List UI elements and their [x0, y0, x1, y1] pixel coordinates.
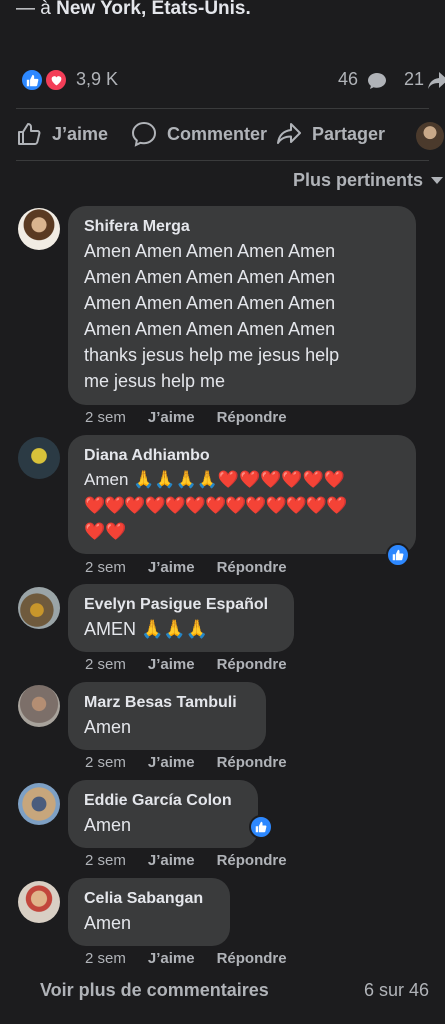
commenter-name[interactable]: Diana Adhiambo: [84, 445, 400, 467]
share-button[interactable]: Partager: [276, 118, 385, 150]
comment-reply-button[interactable]: Répondre: [217, 754, 287, 771]
view-more-comments-link[interactable]: Voir plus de commentaires: [40, 980, 269, 1001]
comment-bubble: Diana Adhiambo Amen 🙏🙏🙏🙏❤️❤️❤️❤️❤️❤️ ❤️❤…: [68, 435, 416, 554]
comment-reply-button[interactable]: Répondre: [217, 852, 287, 869]
comment-like-button[interactable]: J’aime: [148, 754, 195, 771]
profile-avatar[interactable]: [416, 122, 444, 150]
comment-time[interactable]: 2 sem: [85, 754, 126, 771]
comment-meta: 2 sem J’aime Répondre: [85, 950, 309, 967]
comment-reply-button[interactable]: Répondre: [217, 409, 287, 426]
divider: [16, 108, 429, 109]
comment-bubble: Evelyn Pasigue Español AMEN 🙏🙏🙏: [68, 584, 294, 652]
comment-line: ❤️❤️❤️❤️❤️❤️❤️❤️❤️❤️❤️❤️❤️: [84, 496, 347, 515]
like-button[interactable]: J’aime: [16, 118, 108, 150]
comment-meta: 2 sem J’aime Répondre: [85, 409, 309, 426]
commenter-name[interactable]: Celia Sabangan: [84, 888, 214, 910]
reaction-stats: 3,9 K 46 21: [0, 64, 445, 98]
comment-line: me jesus help me: [84, 371, 226, 391]
like-reaction-icon[interactable]: [20, 68, 44, 92]
comment-time[interactable]: 2 sem: [85, 559, 126, 576]
location-prefix: — à: [16, 0, 51, 19]
share-icon: [277, 123, 301, 144]
like-button-label: J’aime: [52, 123, 109, 144]
love-reaction-icon[interactable]: [44, 68, 68, 92]
commenter-name[interactable]: Marz Besas Tambuli: [84, 692, 250, 714]
comment-icon: [131, 121, 157, 147]
comment-time[interactable]: 2 sem: [85, 852, 126, 869]
comment-pager: 6 sur 46: [363, 980, 429, 1000]
comment-line: Amen: [84, 815, 132, 835]
thumbs-up-icon: [18, 123, 41, 145]
comment-bubble: Shifera Merga Amen Amen Amen Amen Amen A…: [68, 206, 416, 405]
comment-line: Amen 🙏🙏🙏🙏❤️❤️❤️❤️❤️❤️: [84, 470, 345, 489]
commenter-avatar[interactable]: [18, 437, 60, 479]
comment-bubble: Marz Besas Tambuli Amen: [68, 682, 266, 750]
comment-reply-button[interactable]: Répondre: [217, 656, 287, 673]
share-button-label: Partager: [312, 123, 386, 144]
sort-dropdown[interactable]: Plus pertinents: [293, 170, 443, 191]
comment-like-badge-icon[interactable]: [249, 815, 273, 839]
commenter-name[interactable]: Eddie García Colon: [84, 790, 242, 812]
comment-like-button[interactable]: J’aime: [148, 409, 195, 426]
comment-bubble: Celia Sabangan Amen: [68, 878, 230, 946]
comment-line: ❤️❤️: [84, 522, 127, 541]
commenter-name[interactable]: Evelyn Pasigue Español: [84, 594, 278, 616]
comment-meta: 2 sem J’aime Répondre: [85, 656, 309, 673]
post-location: — à New York, États-Unis.: [16, 0, 251, 20]
comment-line: thanks jesus help me jesus help: [84, 345, 340, 365]
share-count[interactable]: 21: [404, 69, 424, 90]
comment-reply-button[interactable]: Répondre: [217, 559, 287, 576]
comment-bubble: Eddie García Colon Amen: [68, 780, 258, 848]
comment-meta: 2 sem J’aime Répondre: [85, 754, 309, 771]
comment-meta: 2 sem J’aime Répondre: [85, 852, 309, 869]
reaction-count[interactable]: 3,9 K: [76, 69, 118, 90]
comment-line: Amen Amen Amen Amen Amen: [84, 319, 336, 339]
comment-meta: 2 sem J’aime Répondre: [85, 559, 309, 576]
comment-like-button[interactable]: J’aime: [148, 950, 195, 967]
commenter-avatar[interactable]: [18, 881, 60, 923]
caret-down-icon: [431, 177, 443, 184]
comment-line: Amen: [84, 717, 132, 737]
comment-like-button[interactable]: J’aime: [148, 852, 195, 869]
comment-time[interactable]: 2 sem: [85, 409, 126, 426]
commenter-avatar[interactable]: [18, 685, 60, 727]
comment-like-button[interactable]: J’aime: [148, 656, 195, 673]
comment-count[interactable]: 46: [338, 69, 358, 90]
comment-time[interactable]: 2 sem: [85, 656, 126, 673]
post-actions: J’aime Commenter Partager: [0, 112, 445, 158]
comment-line: Amen Amen Amen Amen Amen: [84, 267, 336, 287]
share-arrow-icon: [428, 72, 445, 89]
commenter-avatar[interactable]: [18, 783, 60, 825]
comment-line: Amen Amen Amen Amen Amen: [84, 241, 336, 261]
comment-button-label: Commenter: [167, 123, 268, 144]
commenter-avatar[interactable]: [18, 587, 60, 629]
divider: [16, 160, 429, 161]
commenter-avatar[interactable]: [18, 208, 60, 250]
comment-like-button[interactable]: J’aime: [148, 559, 195, 576]
comment-like-badge-icon[interactable]: [386, 543, 410, 567]
location-link[interactable]: New York, États-Unis.: [56, 0, 251, 19]
comment-time[interactable]: 2 sem: [85, 950, 126, 967]
sort-label: Plus pertinents: [292, 170, 423, 190]
comment-line: AMEN 🙏🙏🙏: [84, 619, 209, 639]
comment-bubble-icon: [368, 73, 386, 89]
comment-line: Amen Amen Amen Amen Amen: [84, 293, 336, 313]
commenter-name[interactable]: Shifera Merga: [84, 216, 400, 238]
comment-reply-button[interactable]: Répondre: [217, 950, 287, 967]
comment-button[interactable]: Commenter: [131, 118, 267, 150]
comment-line: Amen: [84, 913, 132, 933]
